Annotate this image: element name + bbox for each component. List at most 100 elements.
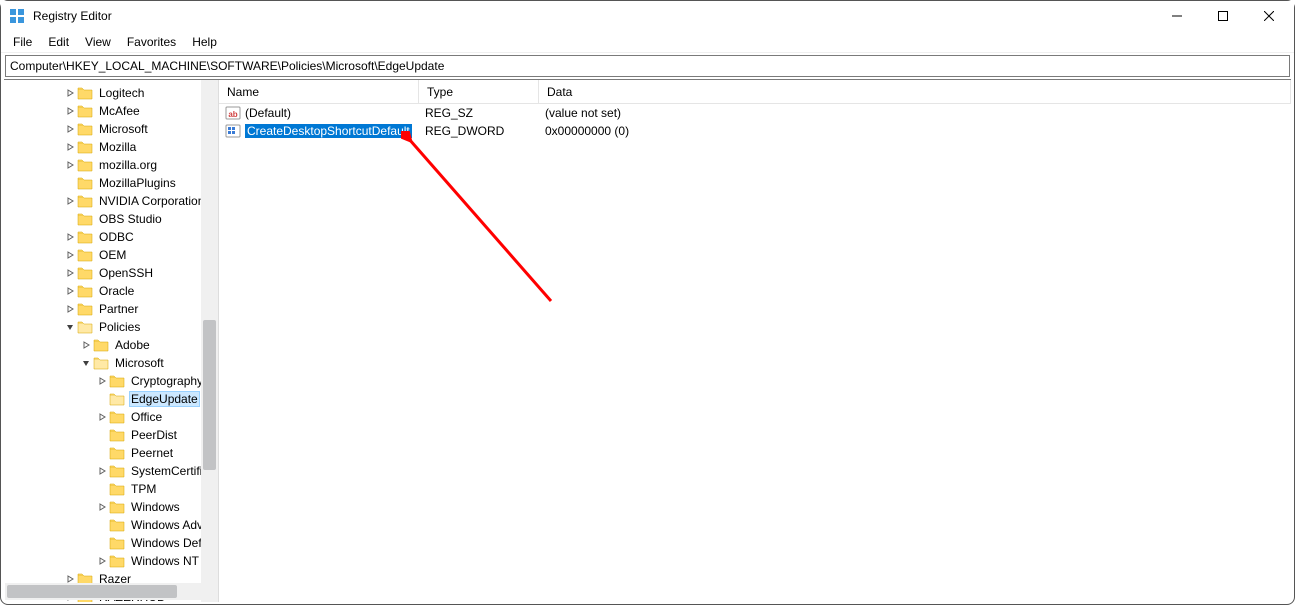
tree-label: Windows NT <box>129 554 201 568</box>
tree-label: Oracle <box>97 284 136 298</box>
tree-item[interactable]: Peernet <box>4 444 218 462</box>
tree-label: EdgeUpdate <box>129 391 200 407</box>
tree-item[interactable]: Windows Defender <box>4 534 218 552</box>
tree-item[interactable]: Microsoft <box>4 120 218 138</box>
tree-label: Microsoft <box>113 356 166 370</box>
chevron-right-icon[interactable] <box>63 122 77 136</box>
folder-icon <box>77 266 93 280</box>
menu-favorites[interactable]: Favorites <box>119 33 184 51</box>
tree-label: mozilla.org <box>97 158 159 172</box>
tree-label: Office <box>129 410 164 424</box>
folder-icon <box>77 302 93 316</box>
tree-label: Microsoft <box>97 122 150 136</box>
value-row[interactable]: CreateDesktopShortcutDefaultREG_DWORD0x0… <box>219 122 1291 140</box>
folder-icon <box>77 194 93 208</box>
tree-item[interactable]: OpenSSH <box>4 264 218 282</box>
chevron-right-icon[interactable] <box>63 158 77 172</box>
chevron-right-icon[interactable] <box>63 266 77 280</box>
tree-label: Adobe <box>113 338 152 352</box>
tree-item[interactable]: Windows <box>4 498 218 516</box>
chevron-down-icon[interactable] <box>63 320 77 334</box>
scrollbar-thumb[interactable] <box>203 320 216 470</box>
folder-icon <box>109 482 125 496</box>
tree-item[interactable]: Cryptography <box>4 372 218 390</box>
chevron-right-icon[interactable] <box>63 230 77 244</box>
minimize-button[interactable] <box>1154 1 1200 31</box>
chevron-none <box>95 428 109 442</box>
tree-item[interactable]: PeerDist <box>4 426 218 444</box>
folder-icon <box>77 230 93 244</box>
chevron-right-icon[interactable] <box>63 86 77 100</box>
tree-item[interactable]: Partner <box>4 300 218 318</box>
tree-horizontal-scrollbar[interactable] <box>5 583 212 600</box>
chevron-right-icon[interactable] <box>63 104 77 118</box>
chevron-right-icon[interactable] <box>95 500 109 514</box>
menu-file[interactable]: File <box>5 33 40 51</box>
menu-view[interactable]: View <box>77 33 119 51</box>
folder-icon <box>77 86 93 100</box>
close-button[interactable] <box>1246 1 1292 31</box>
tree-item[interactable]: OEM <box>4 246 218 264</box>
column-data[interactable]: Data <box>539 80 1291 103</box>
maximize-button[interactable] <box>1200 1 1246 31</box>
tree-item[interactable]: Oracle <box>4 282 218 300</box>
tree-item[interactable]: Office <box>4 408 218 426</box>
folder-icon <box>77 176 93 190</box>
address-bar[interactable]: Computer\HKEY_LOCAL_MACHINE\SOFTWARE\Pol… <box>5 55 1290 77</box>
chevron-right-icon[interactable] <box>63 302 77 316</box>
tree-item[interactable]: TPM <box>4 480 218 498</box>
tree-item[interactable]: SystemCertificates <box>4 462 218 480</box>
tree-item[interactable]: EdgeUpdate <box>4 390 218 408</box>
tree-item[interactable]: MozillaPlugins <box>4 174 218 192</box>
value-data: (value not set) <box>539 106 1291 120</box>
svg-text:ab: ab <box>228 110 237 119</box>
tree-item[interactable]: Logitech <box>4 84 218 102</box>
chevron-right-icon[interactable] <box>95 410 109 424</box>
chevron-right-icon[interactable] <box>63 284 77 298</box>
tree-label: TPM <box>129 482 158 496</box>
value-row[interactable]: ab(Default)REG_SZ(value not set) <box>219 104 1291 122</box>
tree-label: ODBC <box>97 230 136 244</box>
folder-icon <box>77 122 93 136</box>
menu-edit[interactable]: Edit <box>40 33 77 51</box>
menu-bar: File Edit View Favorites Help <box>1 31 1294 53</box>
registry-tree[interactable]: Logitech McAfee Microsoft Mozilla mozilla.or… <box>4 80 218 602</box>
chevron-right-icon[interactable] <box>63 140 77 154</box>
tree-item[interactable]: mozilla.org <box>4 156 218 174</box>
tree-scrollbar[interactable] <box>201 80 218 602</box>
folder-icon <box>109 446 125 460</box>
tree-label: McAfee <box>97 104 142 118</box>
tree-item[interactable]: Microsoft <box>4 354 218 372</box>
column-type[interactable]: Type <box>419 80 539 103</box>
folder-icon <box>77 284 93 298</box>
tree-label: Mozilla <box>97 140 138 154</box>
chevron-right-icon[interactable] <box>95 374 109 388</box>
folder-icon <box>109 500 125 514</box>
scrollbar-thumb[interactable] <box>7 585 177 598</box>
tree-item[interactable]: Mozilla <box>4 138 218 156</box>
chevron-none <box>95 518 109 532</box>
chevron-none <box>95 392 109 406</box>
chevron-down-icon[interactable] <box>79 356 93 370</box>
tree-item[interactable]: Adobe <box>4 336 218 354</box>
folder-icon <box>109 374 125 388</box>
chevron-right-icon[interactable] <box>95 554 109 568</box>
folder-icon <box>77 320 93 334</box>
chevron-right-icon[interactable] <box>95 464 109 478</box>
folder-icon <box>93 356 109 370</box>
chevron-right-icon[interactable] <box>79 338 93 352</box>
chevron-right-icon[interactable] <box>63 194 77 208</box>
tree-item[interactable]: Windows NT <box>4 552 218 570</box>
tree-item[interactable]: NVIDIA Corporation <box>4 192 218 210</box>
menu-help[interactable]: Help <box>184 33 225 51</box>
tree-label: Peernet <box>129 446 175 460</box>
folder-icon <box>109 392 125 406</box>
folder-icon <box>77 212 93 226</box>
tree-item[interactable]: Policies <box>4 318 218 336</box>
tree-item[interactable]: McAfee <box>4 102 218 120</box>
column-name[interactable]: Name <box>219 80 419 103</box>
tree-item[interactable]: Windows Advanced Threat Protection <box>4 516 218 534</box>
tree-item[interactable]: OBS Studio <box>4 210 218 228</box>
chevron-right-icon[interactable] <box>63 248 77 262</box>
tree-item[interactable]: ODBC <box>4 228 218 246</box>
